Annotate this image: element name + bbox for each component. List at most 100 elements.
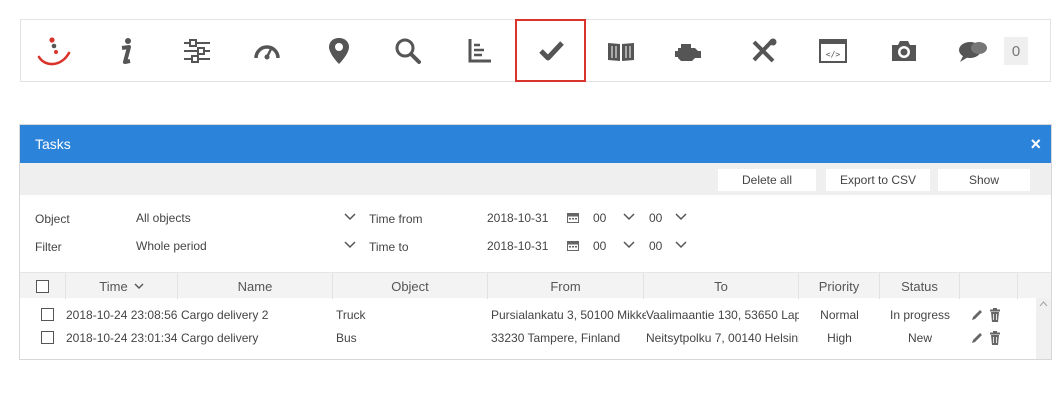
column-header-time[interactable]: Time (66, 273, 178, 299)
row-time: 2018-10-24 23:01:34 (66, 330, 178, 345)
column-header-priority[interactable]: Priority (799, 273, 880, 299)
column-header-object[interactable]: Object (333, 273, 488, 299)
row-object: Bus (336, 330, 357, 345)
info-icon (121, 37, 131, 64)
time-from-hour-value: 00 (593, 211, 607, 225)
camera-icon (892, 40, 916, 61)
delete-trash-icon[interactable] (989, 307, 1001, 322)
show-button[interactable]: Show (938, 169, 1030, 191)
row-checkbox[interactable] (41, 331, 54, 344)
dashboard-gauge-icon (254, 44, 280, 59)
time-to-hour-select[interactable]: 00 (593, 235, 637, 257)
table-row[interactable]: 2018-10-24 23:01:34 Cargo delivery Bus 3… (20, 326, 1036, 349)
select-all-cell (20, 273, 66, 299)
chevron-down-icon (344, 241, 356, 249)
calendar-icon[interactable] (567, 240, 579, 251)
column-time-label: Time (99, 278, 128, 294)
chart-icon (468, 38, 491, 62)
row-time: 2018-10-24 23:08:56 (66, 307, 178, 322)
tasks-window: Tasks × Delete all Export to CSV Show Ob… (19, 124, 1052, 360)
row-to: Neitsytpolku 7, 00140 Helsinki (646, 330, 799, 345)
column-header-from[interactable]: From (488, 273, 644, 299)
export-csv-button[interactable]: Export to CSV (826, 169, 930, 191)
column-header-actions (960, 273, 1018, 299)
code-button[interactable]: </> (803, 20, 863, 81)
map-marker-icon (329, 37, 349, 64)
table-body: 2018-10-24 23:08:56 Cargo delivery 2 Tru… (20, 298, 1051, 359)
action-bar: Delete all Export to CSV Show (20, 163, 1051, 195)
row-from: Pursialankatu 3, 50100 Mikkeli (491, 307, 646, 322)
row-from: 33230 Tampere, Finland (491, 330, 621, 345)
window-title: Tasks (35, 136, 71, 152)
settings-sliders-icon (184, 38, 210, 63)
time-from-minute-select[interactable]: 00 (649, 207, 689, 229)
search-icon (395, 38, 421, 64)
chevron-down-icon (675, 213, 687, 221)
table-header: Time Name Object From To Priority Status (20, 272, 1051, 299)
time-to-date-input[interactable]: 2018-10-31 (487, 235, 557, 257)
calendar-icon[interactable] (567, 212, 579, 223)
window-titlebar: Tasks × (20, 125, 1051, 163)
table-row[interactable]: 2018-10-24 23:08:56 Cargo delivery 2 Tru… (20, 303, 1036, 326)
time-to-hour-value: 00 (593, 239, 607, 253)
settings-button[interactable] (167, 20, 227, 81)
column-header-to[interactable]: To (644, 273, 799, 299)
select-all-checkbox[interactable] (36, 279, 49, 293)
time-to-minute-select[interactable]: 00 (649, 235, 689, 257)
chat-icon (959, 41, 987, 62)
time-to-minute-value: 00 (649, 239, 663, 253)
book-icon (608, 42, 634, 61)
chart-button[interactable] (449, 20, 509, 81)
row-status: In progress (889, 307, 951, 322)
vertical-scrollbar[interactable] (1036, 298, 1051, 359)
object-select-value: All objects (136, 211, 191, 225)
code-window-icon: </> (819, 38, 847, 63)
column-header-name[interactable]: Name (178, 273, 333, 299)
book-button[interactable] (591, 20, 651, 81)
filter-select-value: Whole period (136, 239, 207, 253)
logo-button[interactable] (23, 20, 83, 81)
row-name: Cargo delivery 2 (181, 307, 269, 322)
logo-icon (37, 36, 71, 65)
object-select[interactable]: All objects (136, 207, 358, 229)
row-object: Truck (336, 307, 366, 322)
edit-pencil-icon[interactable] (970, 331, 984, 345)
filter-label: Filter (35, 240, 62, 254)
column-header-status[interactable]: Status (880, 273, 960, 299)
chevron-down-icon (623, 241, 635, 249)
svg-text:</>: </> (826, 50, 841, 59)
edit-pencil-icon[interactable] (970, 308, 984, 322)
tools-button[interactable] (733, 20, 793, 81)
chevron-down-icon (675, 241, 687, 249)
scroll-up-icon[interactable] (1039, 301, 1048, 307)
time-from-minute-value: 00 (649, 211, 663, 225)
row-priority: High (827, 330, 852, 345)
row-checkbox[interactable] (41, 308, 54, 321)
delete-trash-icon[interactable] (989, 330, 1001, 345)
object-label: Object (35, 212, 70, 226)
row-status: New (907, 330, 932, 345)
delete-all-button[interactable]: Delete all (718, 169, 816, 191)
dashboard-button[interactable] (237, 20, 297, 81)
row-name: Cargo delivery (181, 330, 259, 345)
time-from-hour-select[interactable]: 00 (593, 207, 637, 229)
info-button[interactable] (96, 20, 156, 81)
chat-button[interactable] (943, 20, 1003, 81)
chat-count-badge: 0 (1004, 37, 1028, 65)
time-to-label: Time to (369, 240, 409, 254)
main-toolbar: </> 0 (20, 19, 1051, 82)
search-button[interactable] (378, 20, 438, 81)
row-priority: Normal (820, 307, 859, 322)
engine-icon (675, 43, 701, 61)
tasks-button[interactable] (515, 19, 586, 82)
filter-select[interactable]: Whole period (136, 235, 358, 257)
close-button[interactable]: × (1030, 135, 1041, 153)
filter-panel: Object All objects Time from 2018-10-31 … (20, 195, 1051, 254)
time-from-label: Time from (369, 212, 423, 226)
camera-button[interactable] (874, 20, 934, 81)
time-from-date-input[interactable]: 2018-10-31 (487, 207, 557, 229)
map-button[interactable] (309, 20, 369, 81)
sort-chevron-icon (134, 283, 144, 289)
chevron-down-icon (623, 213, 635, 221)
engine-button[interactable] (658, 20, 718, 81)
